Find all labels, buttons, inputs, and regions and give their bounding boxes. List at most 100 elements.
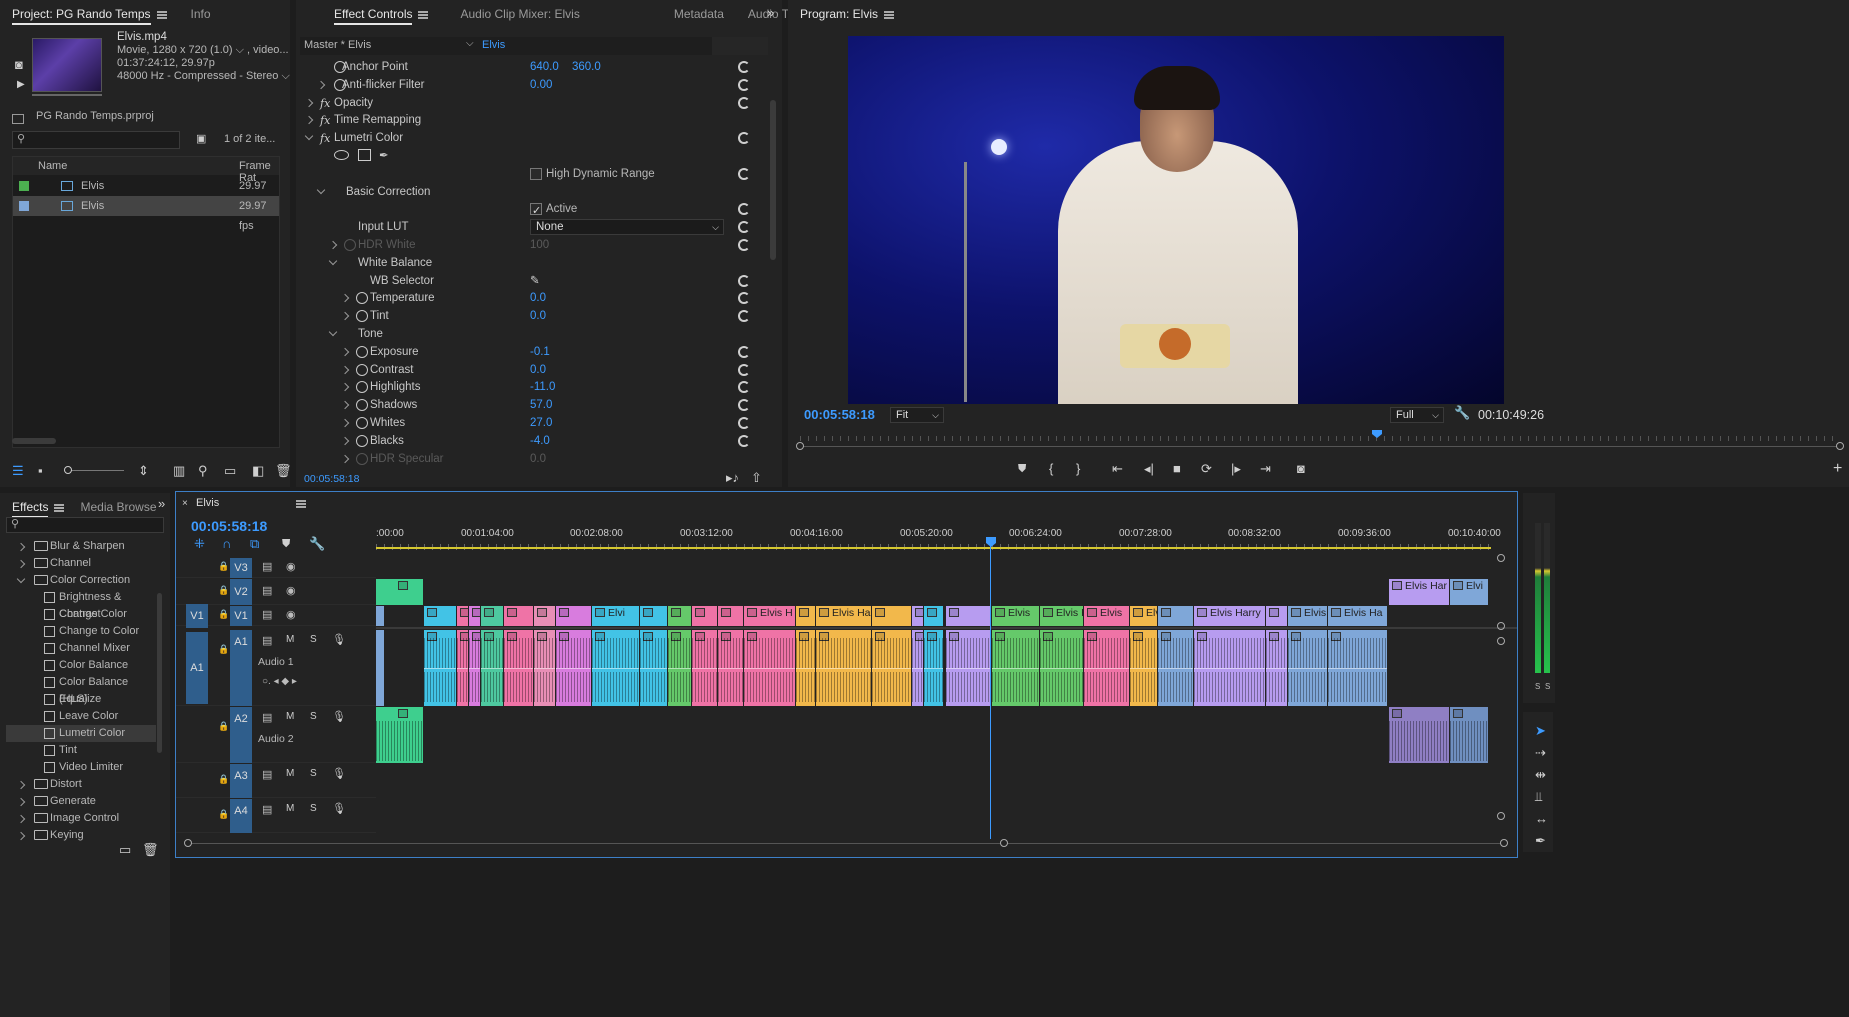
- stopwatch-icon[interactable]: [356, 452, 368, 465]
- list-view-icon[interactable]: ☰: [12, 464, 24, 478]
- thumbnail-scrubber[interactable]: [32, 94, 102, 96]
- new-item-icon[interactable]: ◧: [252, 464, 264, 478]
- selection-tool-icon[interactable]: ➤: [1535, 724, 1546, 738]
- chevron-right-icon[interactable]: [16, 780, 26, 790]
- mute-button[interactable]: M: [286, 768, 294, 779]
- panel-menu-icon[interactable]: [884, 10, 895, 19]
- label-color-swatch[interactable]: [19, 201, 29, 211]
- button-editor-plus-icon[interactable]: +: [1833, 461, 1842, 477]
- fit-select[interactable]: Fit ⌵: [890, 407, 944, 423]
- step-forward-icon[interactable]: |▸: [1231, 462, 1241, 476]
- sequence-label[interactable]: Elvis: [482, 39, 505, 51]
- solo-button[interactable]: S: [310, 768, 317, 779]
- effects-tree-item[interactable]: Change Color: [6, 606, 156, 623]
- effects-tree-item[interactable]: Equalize: [6, 691, 156, 708]
- stopwatch-icon[interactable]: [356, 345, 368, 358]
- label-color-swatch[interactable]: [19, 181, 29, 191]
- effects-tree-item[interactable]: Channel: [6, 555, 156, 572]
- audio-clip[interactable]: [424, 630, 456, 706]
- video-clip[interactable]: Elvis H: [744, 606, 795, 626]
- source-patch-v1[interactable]: V1: [186, 604, 208, 628]
- chevron-right-icon[interactable]: [16, 542, 26, 552]
- lock-icon[interactable]: 🔒: [218, 774, 229, 785]
- toggle-sync-lock-icon[interactable]: ▤: [262, 584, 272, 597]
- zoom-handle-right[interactable]: [1500, 839, 1508, 847]
- checkbox[interactable]: [530, 201, 542, 222]
- audio-clip[interactable]: [1328, 630, 1387, 706]
- video-clip[interactable]: [718, 606, 743, 626]
- filter-audio-icon[interactable]: ▸♪: [726, 471, 739, 485]
- video-clip[interactable]: [796, 606, 815, 626]
- delete-custom-item-icon[interactable]: 🗑: [142, 843, 159, 857]
- go-to-in-icon[interactable]: ⇤: [1112, 462, 1123, 476]
- audio-clip[interactable]: [668, 630, 691, 706]
- stopwatch-icon[interactable]: [344, 239, 356, 251]
- v-scroll-handle-bottom[interactable]: [1497, 622, 1505, 630]
- stopwatch-icon[interactable]: [356, 363, 368, 376]
- step-back-icon[interactable]: ◂|: [1144, 462, 1154, 476]
- timeline-timecode[interactable]: 00:05:58:18: [191, 518, 267, 534]
- reset-icon[interactable]: [738, 274, 750, 287]
- video-clip[interactable]: [1158, 606, 1193, 626]
- mark-in-icon[interactable]: {: [1049, 462, 1053, 476]
- pen-tool-icon[interactable]: ✒: [1535, 834, 1546, 848]
- mark-out-icon[interactable]: }: [1076, 462, 1080, 476]
- solo-right[interactable]: S: [1545, 682, 1550, 691]
- play-thumbnail-icon[interactable]: ▶: [17, 78, 25, 92]
- time-ruler[interactable]: :00:00 00:01:04:00 00:02:08:00 00:03:12:00 0…: [376, 528, 1501, 550]
- tab-program[interactable]: Program: Elvis: [788, 0, 906, 28]
- effects-tree-item[interactable]: Color Balance (HLS): [6, 674, 156, 705]
- video-clip[interactable]: Elvi: [592, 606, 639, 626]
- reset-icon[interactable]: [738, 221, 750, 234]
- video-clip[interactable]: [1266, 606, 1287, 626]
- video-clip[interactable]: [457, 606, 468, 626]
- stopwatch-icon[interactable]: [356, 434, 368, 447]
- reset-icon[interactable]: [738, 167, 750, 180]
- audio-clip[interactable]: [534, 630, 555, 706]
- ripple-edit-tool-icon[interactable]: ⇹: [1535, 768, 1546, 782]
- property-value[interactable]: 0.0: [530, 449, 546, 465]
- audio-clip[interactable]: [946, 630, 991, 706]
- reset-icon[interactable]: [738, 132, 750, 145]
- solo-left[interactable]: S: [1535, 682, 1540, 691]
- chevron-right-icon[interactable]: [340, 294, 350, 303]
- tab-info[interactable]: Info: [179, 0, 223, 28]
- work-area-bar[interactable]: [376, 547, 1491, 549]
- timeline-settings-icon[interactable]: 🔧: [309, 537, 325, 551]
- track-target-v3[interactable]: V3: [230, 558, 252, 578]
- lock-icon[interactable]: 🔒: [218, 609, 229, 620]
- reset-icon[interactable]: [738, 203, 750, 216]
- effects-tree-item[interactable]: Tint: [6, 742, 156, 759]
- eye-icon[interactable]: ◉: [286, 584, 296, 597]
- audio-clip[interactable]: [457, 630, 468, 706]
- chevron-right-icon[interactable]: [340, 418, 350, 428]
- effects-tree-item[interactable]: Color Balance: [6, 657, 156, 674]
- track-target-v2[interactable]: V2: [230, 579, 252, 605]
- chevron-down-icon[interactable]: [328, 256, 338, 266]
- stopwatch-icon[interactable]: [356, 399, 368, 412]
- audio-clip[interactable]: [1040, 630, 1083, 706]
- new-custom-bin-icon[interactable]: ▭: [119, 843, 131, 857]
- ellipse-mask-icon[interactable]: [334, 150, 349, 160]
- chevron-right-icon[interactable]: [340, 383, 350, 392]
- audio-clip[interactable]: [376, 707, 423, 763]
- audio-clip[interactable]: [692, 630, 717, 706]
- export-frame-icon[interactable]: ◙: [1297, 462, 1305, 476]
- v-scroll-handle-top[interactable]: [1497, 554, 1505, 562]
- chevron-right-icon[interactable]: [340, 311, 350, 321]
- eye-icon[interactable]: ◉: [286, 560, 296, 573]
- video-clip[interactable]: [872, 606, 911, 626]
- program-playhead[interactable]: [1372, 430, 1382, 438]
- toggle-sync-lock-icon[interactable]: ▤: [262, 634, 272, 647]
- audio-clip[interactable]: [1450, 707, 1488, 763]
- eye-icon[interactable]: ◉: [286, 608, 296, 621]
- mute-button[interactable]: M: [286, 634, 294, 645]
- zoom-handle-left[interactable]: [796, 442, 804, 450]
- video-clip[interactable]: [481, 606, 503, 626]
- stopwatch-icon[interactable]: [356, 417, 368, 429]
- toggle-sync-lock-icon[interactable]: ▤: [262, 560, 272, 573]
- go-to-out-icon[interactable]: ⇥: [1260, 462, 1271, 476]
- toggle-sync-lock-icon[interactable]: ▤: [262, 608, 272, 621]
- chevron-right-icon[interactable]: [304, 98, 314, 107]
- audio-clip[interactable]: [1266, 630, 1287, 706]
